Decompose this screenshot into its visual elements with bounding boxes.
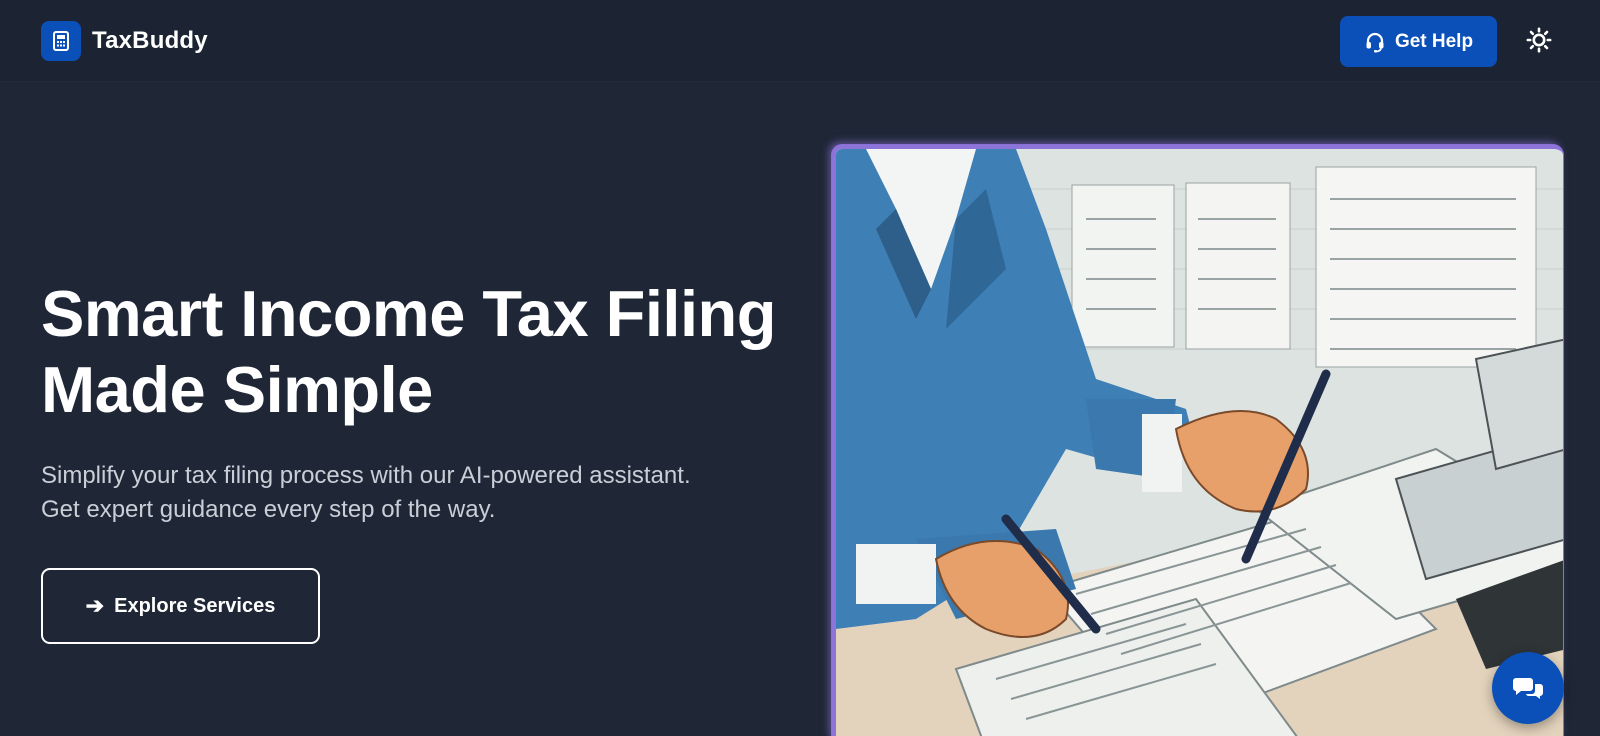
theme-toggle-button[interactable] xyxy=(1524,25,1554,55)
get-help-label: Get Help xyxy=(1394,30,1474,52)
get-help-button[interactable]: Get Help xyxy=(1340,16,1497,67)
chat-bubbles-icon xyxy=(1513,678,1543,699)
hero-illustration xyxy=(832,145,1563,736)
explore-services-label: Explore Services xyxy=(114,594,276,617)
arrow-right-icon: ➔ xyxy=(85,593,105,618)
top-navbar: TaxBuddy Get Help xyxy=(0,0,1600,82)
brand[interactable]: TaxBuddy xyxy=(41,21,208,61)
headset-icon xyxy=(1366,32,1384,52)
brand-name: TaxBuddy xyxy=(92,27,208,54)
hero-subtitle: Simplify your tax filing process with ou… xyxy=(41,462,691,523)
calculator-icon xyxy=(41,21,81,61)
hero-title: Smart Income Tax Filing Made Simple xyxy=(41,276,801,428)
chat-fab-button[interactable] xyxy=(1492,652,1564,724)
sun-icon xyxy=(1526,27,1552,53)
hero-title-line-1: Smart Income Tax Filing xyxy=(41,277,776,350)
explore-services-button[interactable]: ➔ Explore Services xyxy=(41,568,320,644)
hero-title-line-2: Made Simple xyxy=(41,353,433,426)
